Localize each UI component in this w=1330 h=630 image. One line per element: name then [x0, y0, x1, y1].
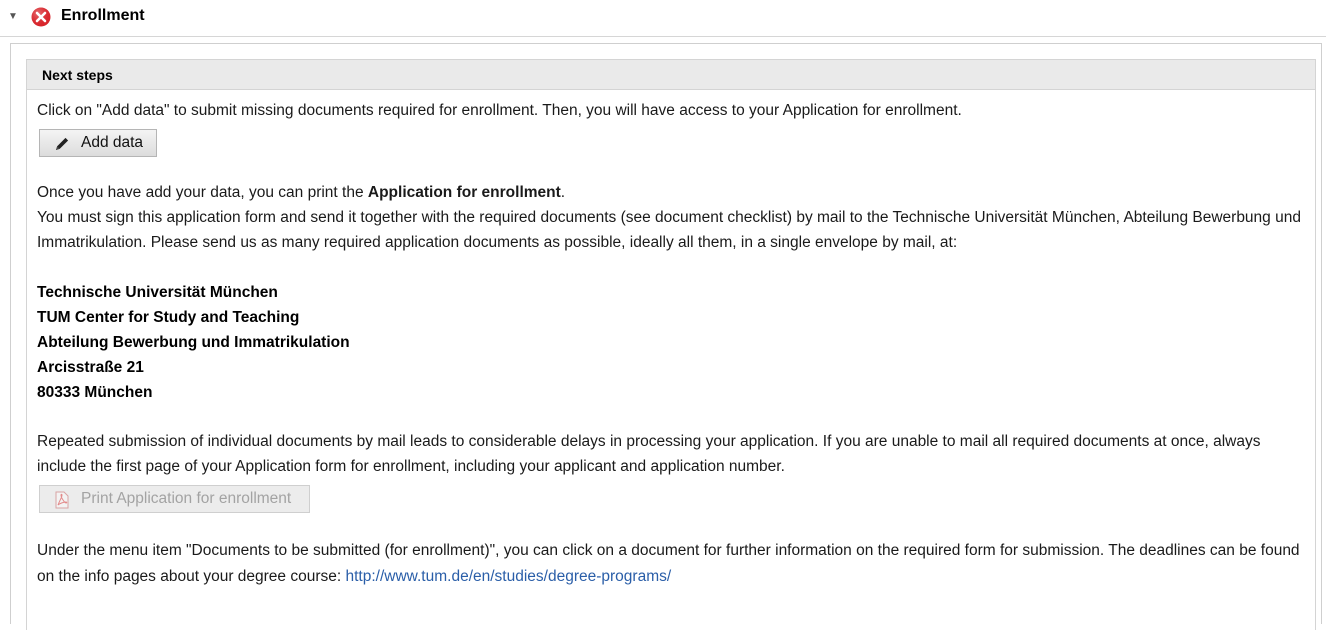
mailing-address: Technische Universität München TUM Cente… — [37, 280, 350, 405]
address-line: 80333 München — [37, 384, 153, 401]
add-data-label: Add data — [81, 134, 144, 151]
address-line: Abteilung Bewerbung und Immatrikulation — [37, 334, 350, 351]
section-title[interactable]: Enrollment — [61, 7, 145, 25]
panel-title: Next steps — [42, 67, 113, 83]
application-bold-text: Application for enrollment — [367, 184, 561, 201]
section-header: ▼ Enrollment — [0, 0, 1326, 37]
error-x-icon — [31, 7, 51, 27]
print-application-label: Print Application for enrollment — [81, 490, 292, 507]
address-line: Arcisstraße 21 — [37, 359, 144, 376]
panel-header: Next steps — [27, 60, 1315, 90]
degree-programs-link[interactable]: http://www.tum.de/en/studies/degree-prog… — [346, 568, 672, 585]
menu-info-text: Under the menu item "Documents to be sub… — [37, 542, 1300, 585]
collapse-toggle-icon[interactable]: ▼ — [8, 11, 18, 22]
pdf-icon — [55, 491, 69, 509]
add-data-button[interactable]: Add data — [39, 129, 157, 157]
repeat-notice-text: Repeated submission of individual docume… — [37, 433, 1261, 475]
address-line: Technische Universität München — [37, 284, 278, 301]
intro-text: Click on "Add data" to submit missing do… — [37, 102, 962, 119]
address-line: TUM Center for Study and Teaching — [37, 309, 300, 326]
pencil-icon — [56, 137, 69, 150]
print-application-button[interactable]: Print Application for enrollment — [39, 485, 310, 513]
print-info-line2: You must sign this application form and … — [37, 209, 1301, 251]
print-info-text: Once you have add your data, you can pri… — [37, 180, 1302, 255]
print-info-line1: Once you have add your data, you can pri… — [37, 184, 566, 201]
